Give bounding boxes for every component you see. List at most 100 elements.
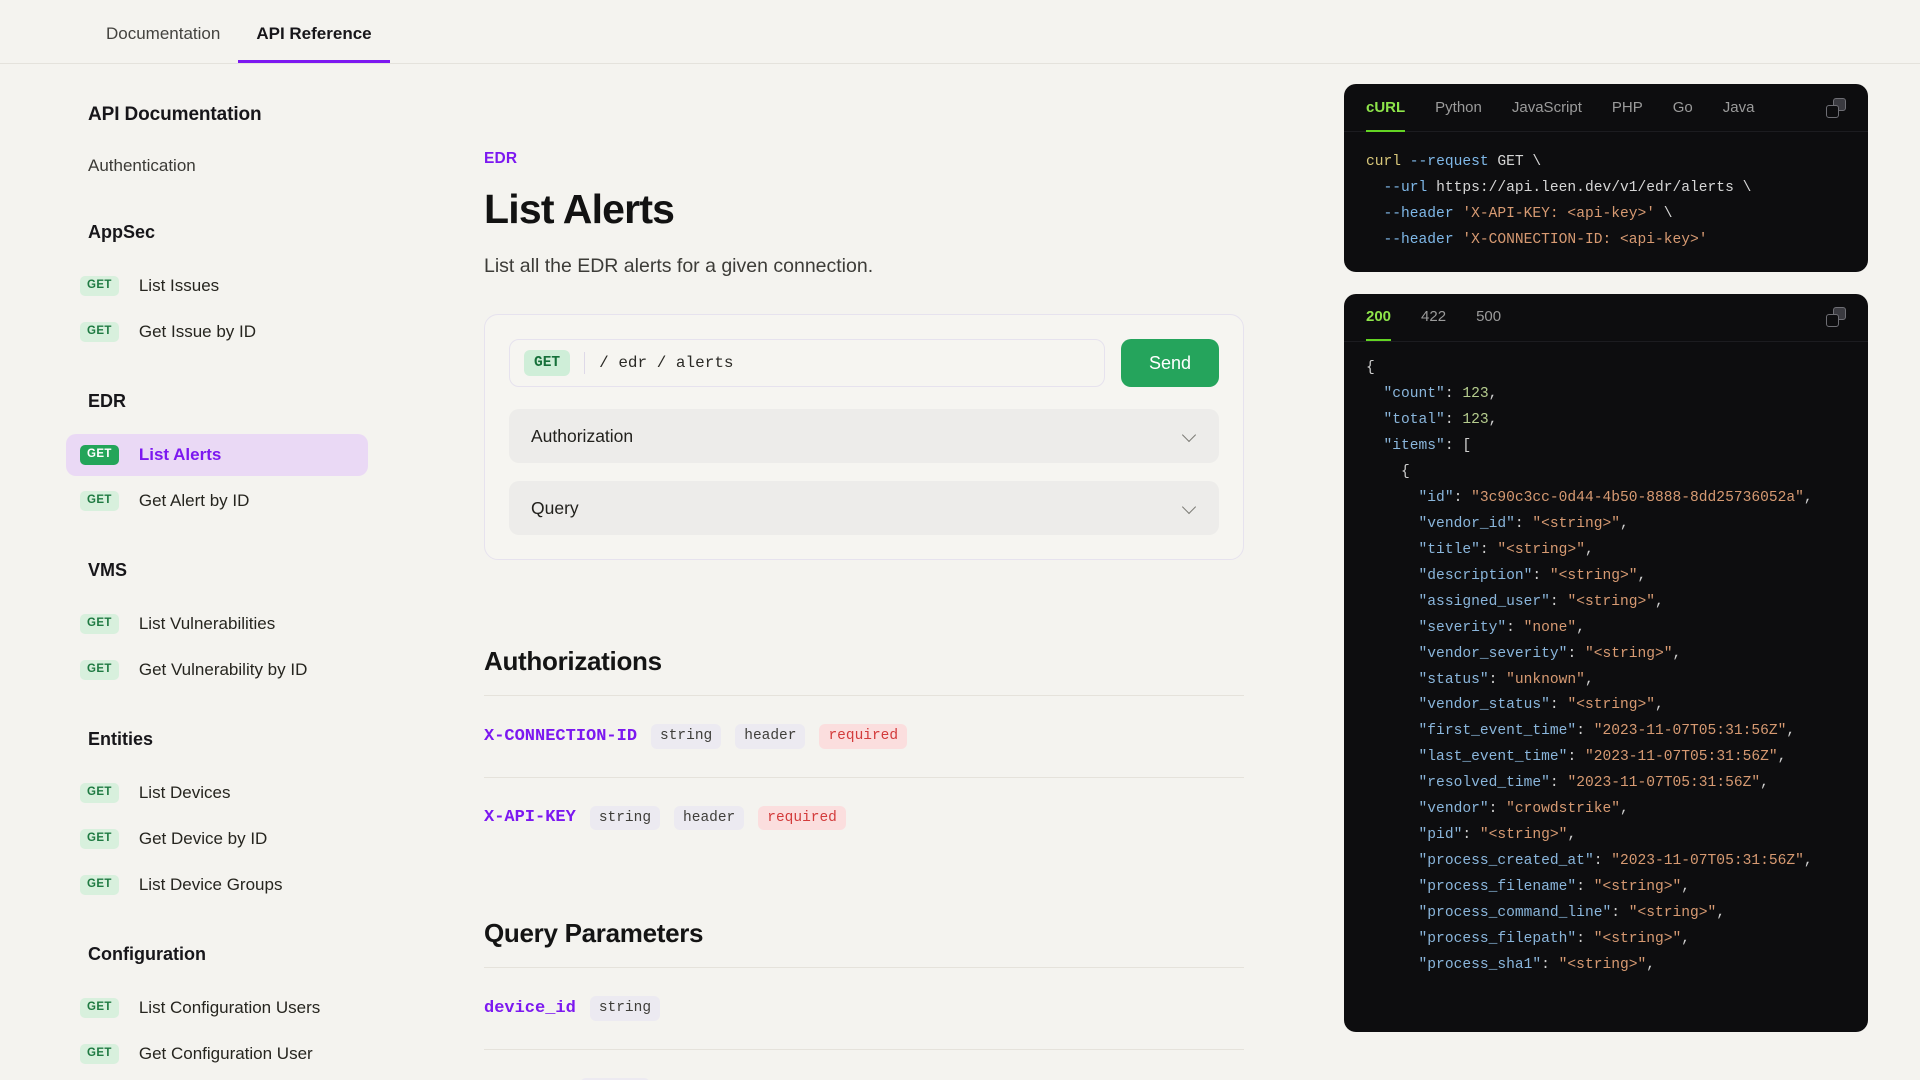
code-token: : (1515, 516, 1533, 532)
code-token (1366, 827, 1419, 843)
code-token: "process_filepath" (1419, 931, 1577, 947)
sidebar-item-list-configuration-users[interactable]: GETList Configuration Users (66, 987, 368, 1029)
code-token: "2023-11-07T05:31:56Z" (1611, 853, 1804, 869)
sidebar-item-list-vulnerabilities[interactable]: GETList Vulnerabilities (66, 603, 368, 645)
top-tab-api-reference[interactable]: API Reference (238, 25, 389, 63)
sidebar-item-list-devices[interactable]: GETList Devices (66, 772, 368, 814)
code-line: "status": "unknown", (1366, 668, 1846, 694)
code-token (1366, 620, 1419, 636)
code-token: , (1681, 879, 1690, 895)
code-line: "title": "<string>", (1366, 538, 1846, 564)
code-token: , (1620, 801, 1629, 817)
code-token: "total" (1384, 412, 1445, 428)
sidebar-item-get-vulnerability-by-id[interactable]: GETGet Vulnerability by ID (66, 649, 368, 691)
response-code-card: 200 422 500 { "count": 123, "total": 123, … (1344, 294, 1868, 1032)
param-location-tag: header (735, 724, 805, 749)
code-token: 123 (1462, 386, 1488, 402)
code-token: : (1576, 931, 1594, 947)
code-token: "description" (1419, 568, 1533, 584)
code-token: , (1804, 490, 1813, 506)
param-required-tag: required (758, 806, 846, 831)
code-token (1366, 438, 1384, 454)
sidebar-item-list-alerts[interactable]: GETList Alerts (66, 434, 368, 476)
code-token (1366, 386, 1384, 402)
method-badge: GET (80, 783, 119, 803)
response-tab-200[interactable]: 200 (1366, 294, 1391, 342)
send-button[interactable]: Send (1121, 339, 1219, 387)
code-token: "vendor_id" (1419, 516, 1515, 532)
code-token: "vendor" (1419, 801, 1489, 817)
sidebar-item-list-device-groups[interactable]: GETList Device Groups (66, 864, 368, 906)
param-row: X-CONNECTION-IDstringheaderrequired (484, 696, 1244, 778)
code-token: : (1550, 697, 1568, 713)
code-token: : (1532, 568, 1550, 584)
copy-icon[interactable] (1826, 98, 1846, 118)
code-token: : (1576, 723, 1594, 739)
response-tab-422[interactable]: 422 (1421, 294, 1446, 342)
accordion-authorization[interactable]: Authorization (509, 409, 1219, 463)
code-line: "pid": "<string>", (1366, 823, 1846, 849)
code-token: : (1489, 801, 1507, 817)
endpoint-url-box[interactable]: GET / edr / alerts (509, 339, 1105, 387)
sidebar-group-edr: EDRGETList AlertsGETGet Alert by ID (0, 391, 420, 522)
code-token (1366, 931, 1419, 947)
code-token: 'X-CONNECTION-ID: <api-key>' (1462, 232, 1707, 248)
code-line: "vendor": "crowdstrike", (1366, 797, 1846, 823)
sidebar-item-get-alert-by-id[interactable]: GETGet Alert by ID (66, 480, 368, 522)
sidebar-group-vms: VMS GETList VulnerabilitiesGETGet Vulnera… (0, 560, 420, 691)
sidebar-group-heading: VMS (0, 560, 420, 581)
response-tab-500[interactable]: 500 (1476, 294, 1501, 342)
code-token: : (1550, 775, 1568, 791)
breadcrumb[interactable]: EDR (484, 150, 1244, 168)
authorizations-param-list: X-CONNECTION-IDstringheaderrequiredX-API… (484, 695, 1244, 858)
sidebar-group-appsec: AppSecGETList IssuesGETGet Issue by ID (0, 222, 420, 353)
accordion-query[interactable]: Query (509, 481, 1219, 535)
code-line: "items": [ (1366, 434, 1846, 460)
code-token: --url (1366, 180, 1436, 196)
code-token: , (1585, 542, 1594, 558)
code-token: , (1673, 646, 1682, 662)
code-token: : (1576, 879, 1594, 895)
code-line: "process_filepath": "<string>", (1366, 927, 1846, 953)
request-tab-go[interactable]: Go (1673, 84, 1693, 132)
code-token: , (1585, 672, 1594, 688)
sidebar-item-get-issue-by-id[interactable]: GETGet Issue by ID (66, 311, 368, 353)
sidebar-item-list-issues[interactable]: GETList Issues (66, 265, 368, 307)
code-line: "last_event_time": "2023-11-07T05:31:56Z… (1366, 745, 1846, 771)
code-token (1366, 672, 1419, 688)
query-parameters-section: Query Parameters device_idstringseverity… (484, 918, 1244, 1080)
code-token: : (1480, 542, 1498, 558)
code-token: "items" (1384, 438, 1445, 454)
request-tab-python[interactable]: Python (1435, 84, 1482, 132)
code-token: : (1541, 957, 1559, 973)
sidebar-item-authentication[interactable]: Authentication (0, 156, 420, 176)
request-tab-java[interactable]: Java (1723, 84, 1755, 132)
code-token (1366, 697, 1419, 713)
api-reference-page: DocumentationAPI Reference API Documenta… (0, 0, 1920, 1080)
response-json-block: { "count": 123, "total": 123, "items": [… (1344, 342, 1868, 1032)
request-tab-javascript[interactable]: JavaScript (1512, 84, 1582, 132)
code-line: "process_command_line": "<string>", (1366, 901, 1846, 927)
code-token: , (1620, 516, 1629, 532)
code-line: "first_event_time": "2023-11-07T05:31:56… (1366, 719, 1846, 745)
method-badge: GET (80, 445, 119, 465)
code-token: , (1716, 905, 1725, 921)
method-badge: GET (80, 875, 119, 895)
sidebar-item-get-device-by-id[interactable]: GETGet Device by ID (66, 818, 368, 860)
request-tab-php[interactable]: PHP (1612, 84, 1643, 132)
param-row: X-API-KEYstringheaderrequired (484, 778, 1244, 859)
code-token: "<string>" (1567, 697, 1655, 713)
sidebar-item-get-configuration-user[interactable]: GETGet Configuration User (66, 1033, 368, 1075)
code-token: "vendor_severity" (1419, 646, 1568, 662)
code-token: --header (1366, 232, 1462, 248)
sidebar-item-label: Get Vulnerability by ID (139, 660, 308, 680)
copy-icon[interactable] (1826, 307, 1846, 327)
query-param-list: device_idstringseveritystring (484, 967, 1244, 1080)
request-code-card: cURLPythonJavaScriptPHPGoJava curl --req… (1344, 84, 1868, 272)
request-tab-curl[interactable]: cURL (1366, 84, 1405, 132)
code-token: "vendor_status" (1419, 697, 1550, 713)
top-tab-documentation[interactable]: Documentation (88, 25, 238, 63)
code-token: GET \ (1497, 154, 1541, 170)
authorizations-section: Authorizations X-CONNECTION-IDstringhead… (484, 646, 1244, 858)
code-token (1366, 646, 1419, 662)
